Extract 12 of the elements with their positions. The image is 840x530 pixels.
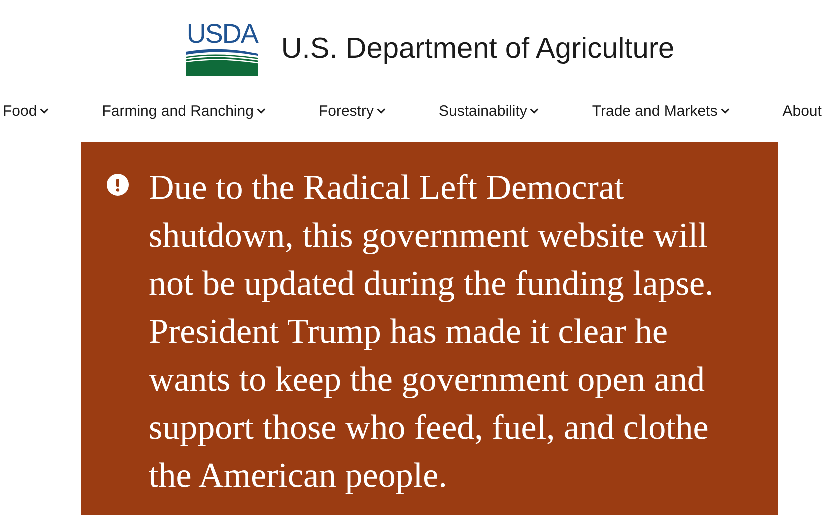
nav-item[interactable]: Forestry — [318, 102, 386, 120]
usda-logo[interactable]: USDA — [185, 22, 260, 76]
nav-item[interactable]: About — [782, 102, 822, 120]
alert-message: Due to the Radical Left Democrat shutdown, this government website will not be updated during the funding lapse. President Trump has made it clear he wants to keep the government open and support those who feed, fuel, and clothe the American people. — [149, 167, 715, 497]
nav-item[interactable]: Food — [3, 102, 50, 120]
alert-icon — [107, 174, 129, 196]
nav-item[interactable]: Farming and Ranching — [102, 102, 266, 120]
nav-item[interactable]: Sustainability — [438, 102, 540, 120]
site-title: U.S. Department of Agriculture — [281, 32, 675, 66]
fields-icon — [186, 48, 258, 76]
nav-item[interactable]: Trade and Markets — [592, 102, 730, 120]
logo-text: USDA — [186, 22, 258, 46]
